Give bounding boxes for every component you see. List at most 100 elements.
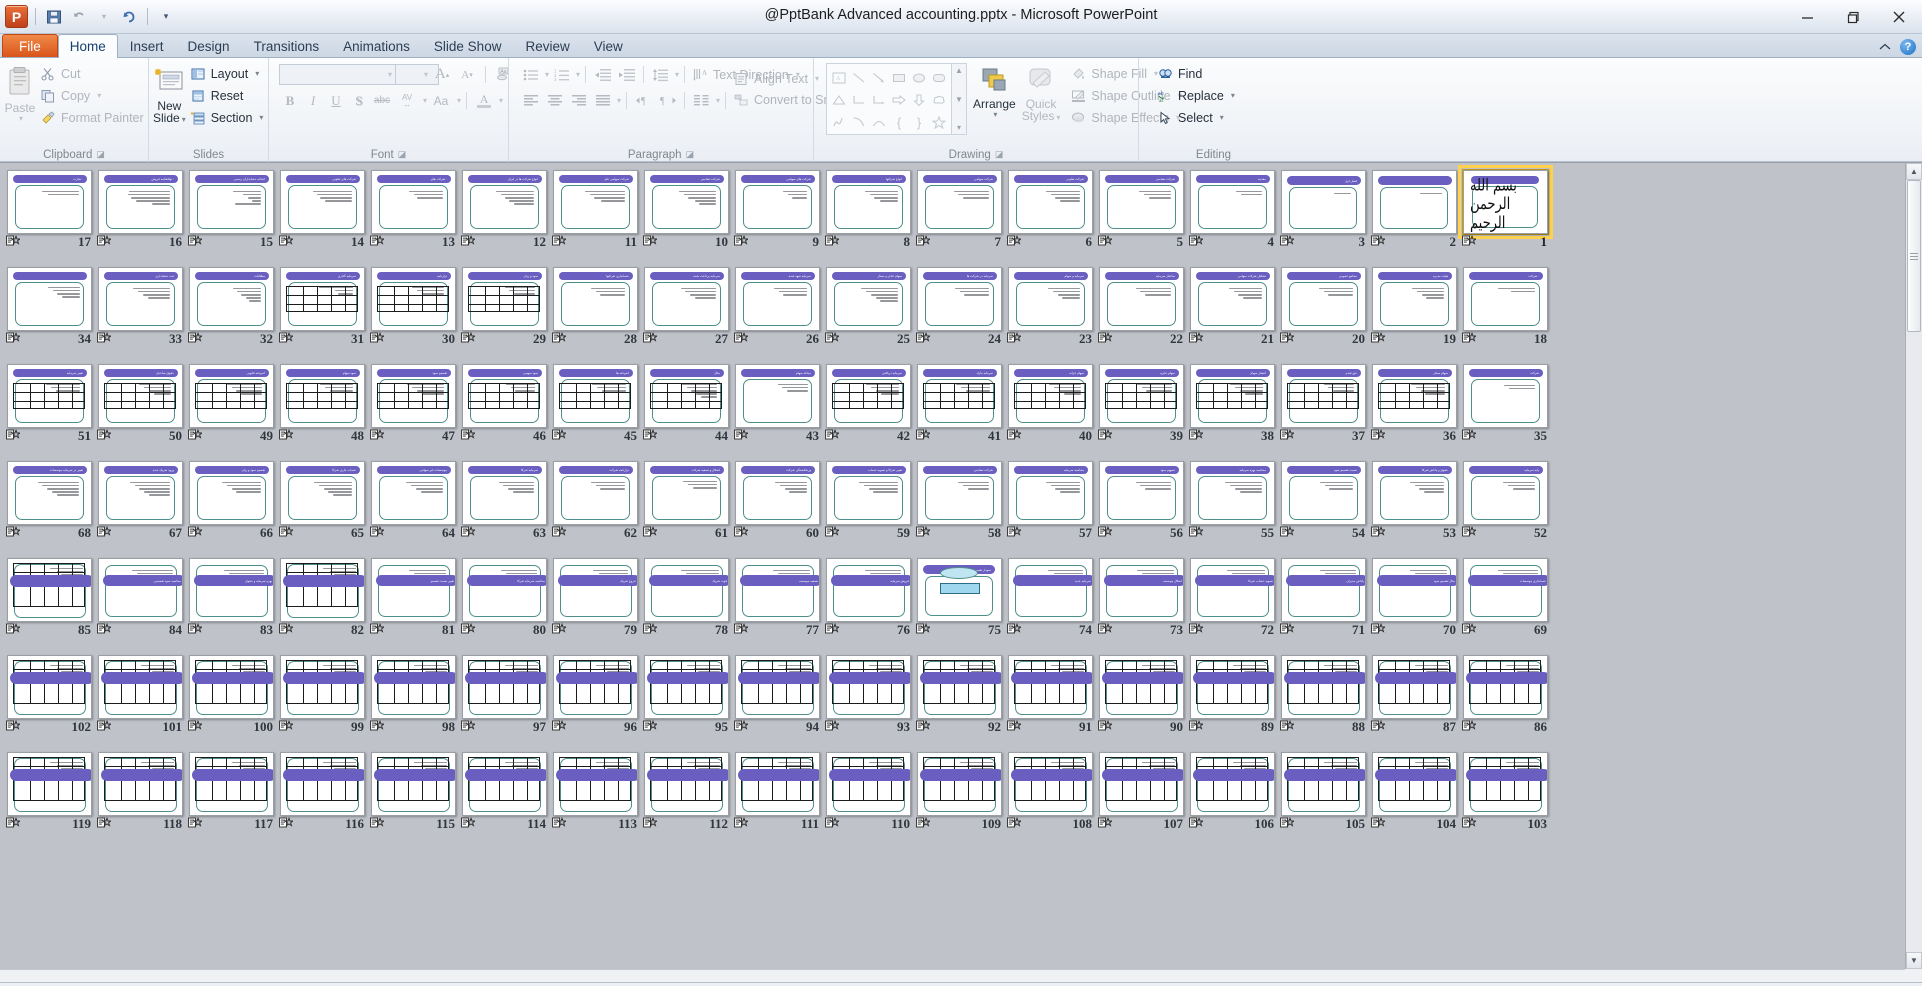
slide-thumbnail-103[interactable]: 103: [1460, 749, 1551, 846]
change-case-button[interactable]: Aa: [428, 90, 454, 111]
animation-icon[interactable]: [552, 428, 568, 442]
thumbnail-frame[interactable]: سرمایه و سهام: [1008, 267, 1093, 331]
thumbnail-image[interactable]: شرکت های تعاونی: [280, 170, 365, 234]
animation-icon[interactable]: [552, 622, 568, 636]
animation-icon[interactable]: [643, 525, 659, 539]
slide-thumbnail-24[interactable]: سرمایه در شرکت ها 24: [914, 264, 1005, 361]
text-shadow-button[interactable]: S: [348, 90, 370, 111]
thumbnail-image[interactable]: حسابداری موسسات: [1463, 558, 1548, 622]
clipboard-dialog-launcher[interactable]: ◪: [96, 149, 105, 160]
animation-icon[interactable]: [97, 525, 113, 539]
animation-icon[interactable]: [279, 816, 295, 830]
thumbnail-frame[interactable]: شرکت تضامنی: [917, 461, 1002, 525]
animation-icon[interactable]: [1371, 234, 1387, 248]
thumbnail-frame[interactable]: [644, 752, 729, 816]
arc-icon[interactable]: [869, 111, 889, 133]
slide-thumbnail-6[interactable]: شرکت تعاونی 6: [1005, 167, 1096, 264]
thumbnail-frame[interactable]: [7, 752, 92, 816]
thumbnail-image[interactable]: تقسیم سود و زیان: [189, 461, 274, 525]
thumbnail-frame[interactable]: [462, 752, 547, 816]
thumbnail-frame[interactable]: ترازنامه شرکت: [553, 461, 638, 525]
slide-thumbnail-110[interactable]: 110: [823, 749, 914, 846]
customize-qat-icon[interactable]: ▾: [155, 6, 177, 28]
animation-icon[interactable]: [1462, 428, 1478, 442]
thumbnail-image[interactable]: مجامع عمومی: [1281, 267, 1366, 331]
thumbnail-frame[interactable]: سود سهام: [280, 364, 365, 428]
tab-view[interactable]: View: [582, 34, 635, 57]
animation-icon[interactable]: [97, 622, 113, 636]
thumbnail-image[interactable]: حق تقدم: [1281, 364, 1366, 428]
thumbnail-frame[interactable]: تجارت :: [7, 170, 92, 234]
slide-thumbnail-44[interactable]: مثال 44: [641, 361, 732, 458]
thumbnail-image[interactable]: [462, 655, 547, 719]
thumbnail-frame[interactable]: سرمایه پرداخت شده: [644, 267, 729, 331]
animation-icon[interactable]: [734, 525, 750, 539]
slide-thumbnail-38[interactable]: انتشار سهام 38: [1187, 361, 1278, 458]
animation-icon[interactable]: [552, 525, 568, 539]
character-spacing-dropdown-icon[interactable]: ▾: [423, 96, 427, 105]
thumbnail-frame[interactable]: پاداش مدیران: [1281, 558, 1366, 622]
thumbnail-image[interactable]: [1190, 655, 1275, 719]
thumbnail-image[interactable]: سهام جایزه: [1099, 364, 1184, 428]
animation-icon[interactable]: [1007, 331, 1023, 345]
slide-thumbnail-33[interactable]: ثبت حسابداری 33: [95, 264, 186, 361]
slide-thumbnail-80[interactable]: محاسبه سرمایه شرکا 80: [459, 555, 550, 652]
slide-thumbnail-86[interactable]: 86: [1460, 652, 1551, 749]
thumbnail-image[interactable]: شرکت :: [1463, 267, 1548, 331]
thumbnail-frame[interactable]: محاسبه سرمایه: [1008, 461, 1093, 525]
thumbnail-frame[interactable]: حق تقدم: [1281, 364, 1366, 428]
animation-icon[interactable]: [370, 816, 386, 830]
replace-dropdown-icon[interactable]: ▾: [1231, 91, 1235, 100]
align-left-icon[interactable]: [519, 90, 542, 111]
cloud-icon[interactable]: [929, 89, 949, 111]
thumbnail-frame[interactable]: انواع شرکت ها در ایران: [462, 170, 547, 234]
animation-icon[interactable]: [1189, 525, 1205, 539]
line-spacing-icon[interactable]: [649, 64, 672, 85]
thumbnail-frame[interactable]: [826, 752, 911, 816]
thumbnail-frame[interactable]: [735, 655, 820, 719]
elbow-arrow-connector-icon[interactable]: [869, 89, 889, 111]
animation-icon[interactable]: [916, 719, 932, 733]
slide-thumbnail-85[interactable]: 85: [4, 555, 95, 652]
slide-thumbnail-64[interactable]: موسسات غیر سهامی 64: [368, 458, 459, 555]
thumbnail-frame[interactable]: انحلال موسسه: [1099, 558, 1184, 622]
drawing-dialog-launcher[interactable]: ◪: [995, 149, 1004, 160]
vertical-scrollbar[interactable]: ▲ ▼: [1905, 163, 1922, 969]
slide-thumbnail-99[interactable]: 99: [277, 652, 368, 749]
animation-icon[interactable]: [461, 525, 477, 539]
undo-dropdown-icon[interactable]: ▾: [93, 6, 115, 28]
thumbnail-image[interactable]: [1008, 655, 1093, 719]
gallery-more-icon[interactable]: ▾: [957, 123, 961, 132]
slide-thumbnail-2[interactable]: 2: [1369, 167, 1460, 264]
slide-thumbnail-54[interactable]: نسبت تقسیم سود 54: [1278, 458, 1369, 555]
thumbnail-frame[interactable]: نسبت تقسیم سود: [1281, 461, 1366, 525]
animation-icon[interactable]: [97, 816, 113, 830]
thumbnail-frame[interactable]: سود و زیان: [462, 267, 547, 331]
animation-icon[interactable]: [1189, 719, 1205, 733]
animation-icon[interactable]: [916, 234, 932, 248]
thumbnail-frame[interactable]: اتحاده حسابداران رسمی: [189, 170, 274, 234]
animation-icon[interactable]: [552, 719, 568, 733]
numbering-icon[interactable]: 123: [550, 64, 573, 85]
slide-thumbnail-31[interactable]: سرمایه گذاری 31: [277, 264, 368, 361]
animation-icon[interactable]: [279, 234, 295, 248]
thumbnail-frame[interactable]: تقسیم سود: [371, 364, 456, 428]
slide-thumbnail-48[interactable]: سود سهام 48: [277, 361, 368, 458]
thumbnail-frame[interactable]: سهام خزانه: [1008, 364, 1093, 428]
slide-thumbnail-39[interactable]: سهام جایزه 39: [1096, 361, 1187, 458]
thumbnail-frame[interactable]: شرکت: [1463, 364, 1548, 428]
slide-thumbnail-101[interactable]: 101: [95, 652, 186, 749]
thumbnail-image[interactable]: [826, 752, 911, 816]
slide-thumbnail-66[interactable]: تقسیم سود و زیان 66: [186, 458, 277, 555]
animation-icon[interactable]: [188, 525, 204, 539]
shapes-gallery[interactable]: A { } ▲ ▼ ▾: [826, 63, 967, 135]
tab-file[interactable]: File: [2, 34, 58, 57]
text-box-icon[interactable]: A: [829, 67, 849, 89]
thumbnail-image[interactable]: حقوق و پاداش شرکا: [1372, 461, 1457, 525]
align-center-icon[interactable]: [543, 90, 566, 111]
thumbnail-image[interactable]: تصفیه موسسه: [735, 558, 820, 622]
animation-icon[interactable]: [1189, 622, 1205, 636]
thumbnail-image[interactable]: [644, 655, 729, 719]
animation-icon[interactable]: [97, 428, 113, 442]
animation-icon[interactable]: [825, 622, 841, 636]
